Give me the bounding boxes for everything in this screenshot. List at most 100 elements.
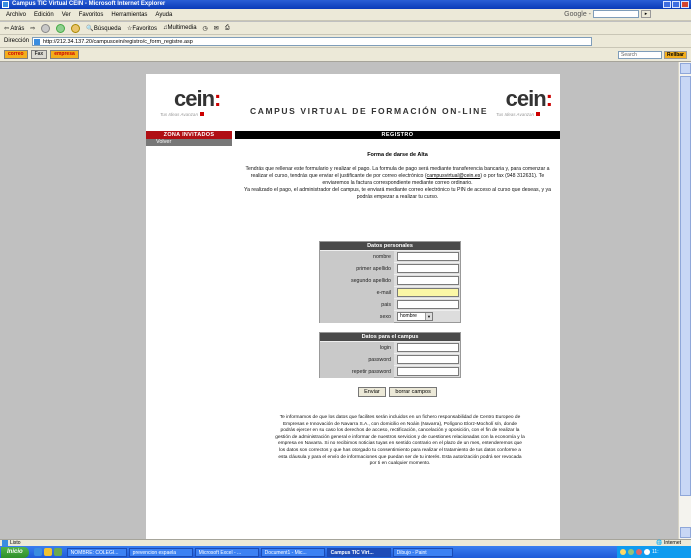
links-button-3[interactable]: empresa	[50, 50, 79, 59]
repetir-password-input[interactable]	[397, 367, 459, 376]
links-button-2[interactable]: Fax	[30, 50, 48, 59]
back-label: Atrás	[10, 25, 25, 32]
tray-icon-4[interactable]	[644, 549, 650, 555]
tagline-text-left: Tus Ideas Avanzan	[160, 112, 198, 117]
standard-toolbar: ⇦ Atrás ⇨ 🔍Búsqueda ☆Favoritos ♫Multimed…	[0, 22, 691, 35]
primer-apellido-input[interactable]	[397, 264, 459, 273]
home-icon[interactable]	[71, 23, 81, 33]
back-button[interactable]: ⇦ Atrás	[4, 25, 24, 32]
enviar-button[interactable]: Enviar	[358, 387, 386, 397]
label-password: password	[320, 353, 394, 366]
tray-icon-2[interactable]	[628, 549, 634, 555]
links-search: Search Rellbar	[618, 51, 687, 59]
favorites-button[interactable]: ☆Favoritos	[127, 25, 157, 32]
task-prevencion[interactable]: prevencion espaela	[128, 547, 193, 557]
search-button[interactable]: 🔍Búsqueda	[86, 25, 121, 32]
tagline-text-right: Tus Ideas Avanzan	[496, 112, 534, 117]
multimedia-button[interactable]: ♫Multimedia	[163, 25, 197, 31]
segundo-apellido-input[interactable]	[397, 276, 459, 285]
intro-text: Tendrás que rellenar este formulario y r…	[244, 166, 551, 200]
label-pais: pais	[320, 298, 394, 311]
menu-ver[interactable]: Ver	[62, 12, 71, 18]
row-login: login	[320, 341, 460, 354]
google-label: Google -	[564, 10, 591, 18]
label-primer-apellido: primer apellido	[320, 262, 394, 275]
links-search-button[interactable]: Rellbar	[664, 51, 687, 59]
window-titlebar: Campus TIC Virtual CEIN - Microsoft Inte…	[0, 0, 691, 9]
chevron-down-icon[interactable]: ▼	[425, 313, 432, 320]
scroll-up-button[interactable]	[680, 63, 691, 74]
logo-text-left: cein	[174, 86, 215, 111]
label-nombre: nombre	[320, 250, 394, 263]
row-repetir-password: repetir password	[320, 365, 460, 378]
page-icon	[34, 38, 41, 45]
registration-content: Forma de darse de Alta Tendrás que relle…	[235, 139, 560, 466]
logo-tagline-left: Tus Ideas Avanzan	[160, 112, 204, 117]
menu-archivo[interactable]: Archivo	[6, 12, 26, 18]
task-paint[interactable]: Dibujo - Paint	[392, 547, 453, 557]
nav-volver-link[interactable]: Volver	[146, 139, 232, 146]
print-icon[interactable]: ⎙	[225, 25, 230, 32]
google-search-input[interactable]	[593, 10, 639, 18]
refresh-icon[interactable]	[56, 23, 66, 33]
left-nav: ZONA INVITADOS Volver	[146, 131, 232, 146]
intro-part-3: Ya realizado el pago, el administrador d…	[244, 187, 551, 200]
registro-header: REGISTRO	[235, 131, 560, 139]
forward-button[interactable]: ⇨	[30, 25, 35, 32]
label-repetir-password: repetir password	[320, 365, 394, 378]
sexo-select[interactable]: hombre ▼	[397, 312, 433, 321]
desktop-quicklaunch-icon[interactable]	[43, 548, 52, 556]
task-campus-tic[interactable]: Campus TIC Virt...	[326, 547, 391, 557]
page-header: cein: Tus Ideas Avanzan CAMPUS VIRTUAL D…	[146, 74, 560, 128]
task-nombre-colegi[interactable]: NOMBRE: COLEGI...	[66, 547, 127, 557]
scroll-down-button[interactable]	[680, 527, 691, 538]
history-icon[interactable]: ◷	[203, 25, 208, 32]
links-search-input[interactable]: Search	[618, 51, 663, 59]
personal-data-title: Datos personales	[320, 242, 460, 250]
label-sexo: sexo	[320, 310, 394, 323]
label-email: e-mail	[320, 286, 394, 299]
google-go-button[interactable]: ▸	[641, 10, 651, 18]
tray-icon-1[interactable]	[620, 549, 626, 555]
pais-input[interactable]	[397, 300, 459, 309]
sexo-value: hombre	[400, 313, 417, 319]
vertical-scrollbar[interactable]	[678, 62, 691, 539]
menu-ayuda[interactable]: Ayuda	[155, 12, 172, 18]
links-button-1[interactable]: correo	[4, 50, 28, 59]
forma-title: Forma de darse de Alta	[367, 152, 428, 158]
borrar-campos-button[interactable]: borrar campos	[389, 387, 437, 397]
nav-zona-invitados[interactable]: ZONA INVITADOS	[146, 131, 232, 139]
google-toolbar: Google - ▸	[564, 10, 651, 18]
nombre-input[interactable]	[397, 252, 459, 261]
menu-favoritos[interactable]: Favoritos	[79, 12, 104, 18]
menu-herramientas[interactable]: Herramientas	[111, 12, 147, 18]
task-document1[interactable]: Document1 - Mic...	[260, 547, 325, 557]
cein-logo-left[interactable]: cein:	[174, 86, 221, 112]
media-quicklaunch-icon[interactable]	[53, 548, 62, 556]
address-input[interactable]: http://212.34.137.20/campuscein/registro…	[32, 36, 593, 46]
window-title: Campus TIC Virtual CEIN - Microsoft Inte…	[12, 1, 166, 7]
row-email: e-mail	[320, 286, 460, 299]
mail-icon[interactable]: ✉	[214, 25, 219, 32]
stop-icon[interactable]	[41, 23, 51, 33]
legal-notice: Te informamos de que los datos que facil…	[275, 415, 525, 467]
scroll-thumb[interactable]	[680, 76, 691, 496]
menu-edicion[interactable]: Edición	[34, 12, 54, 18]
close-button[interactable]	[681, 1, 689, 8]
maximize-button[interactable]	[672, 1, 680, 8]
tray-icon-3[interactable]	[636, 549, 642, 555]
ie-quicklaunch-icon[interactable]	[33, 548, 42, 556]
row-primer-apellido: primer apellido	[320, 262, 460, 275]
start-button[interactable]: Inicio	[1, 546, 29, 558]
email-link[interactable]: campusvirtual@cein.es	[427, 173, 481, 179]
task-excel[interactable]: Microsoft Excel - ...	[194, 547, 259, 557]
row-pais: pais	[320, 298, 460, 311]
login-input[interactable]	[397, 343, 459, 352]
email-input[interactable]	[397, 288, 459, 297]
password-input[interactable]	[397, 355, 459, 364]
row-nombre: nombre	[320, 250, 460, 263]
minimize-button[interactable]	[663, 1, 671, 8]
label-login: login	[320, 341, 394, 354]
address-label: Dirección	[4, 38, 30, 44]
campus-data-form: Datos para el campus login password repe…	[319, 332, 461, 378]
